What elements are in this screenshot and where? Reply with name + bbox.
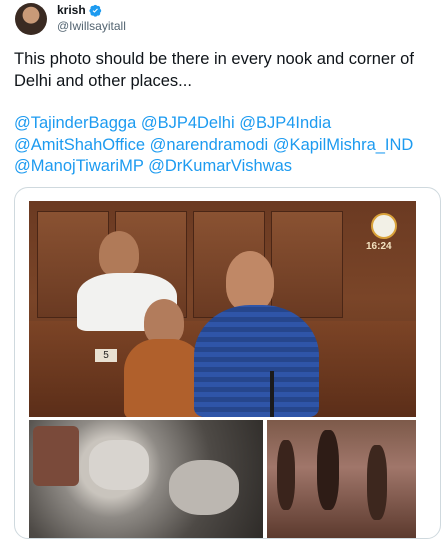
author-handle[interactable]: @Iwillsayitall <box>57 19 126 33</box>
verified-badge-icon <box>89 4 102 17</box>
figure <box>317 430 339 510</box>
person-shirt <box>194 305 319 417</box>
person-saree <box>124 339 204 417</box>
person-head <box>226 251 274 311</box>
stone <box>169 460 239 515</box>
tweet-text-line: Delhi and other places... <box>14 71 192 90</box>
emblem-icon <box>371 213 397 239</box>
figure <box>277 440 295 510</box>
microphone <box>270 371 274 417</box>
rubble-photo[interactable] <box>29 420 263 538</box>
tweet-text-line: This photo should be there in every nook… <box>14 50 414 68</box>
tweet-text: This photo should be there in every nook… <box>14 49 438 92</box>
wood-panel <box>271 211 343 318</box>
assembly-photo[interactable]: 16:24 5 <box>29 201 416 417</box>
avatar[interactable] <box>15 3 47 35</box>
mention-links-line[interactable]: @AmitShahOffice @narendramodi @KapilMish… <box>14 135 438 157</box>
video-timestamp: 16:24 <box>366 241 392 252</box>
media-card[interactable]: 16:24 5 <box>14 187 441 539</box>
tweet-mentions: @TajinderBagga @BJP4Delhi @BJP4India @Am… <box>14 113 438 178</box>
display-name[interactable]: krish <box>57 3 86 17</box>
figure <box>367 445 387 520</box>
seat-number-plate: 5 <box>95 349 117 362</box>
shrine-image <box>33 426 79 486</box>
person-head <box>99 231 139 277</box>
stone <box>89 440 149 490</box>
author-name-row: krish <box>57 3 102 17</box>
mention-links-line[interactable]: @ManojTiwariMP @DrKumarVishwas <box>14 156 438 178</box>
crowd-photo[interactable] <box>267 420 416 538</box>
mention-links-line[interactable]: @TajinderBagga @BJP4Delhi @BJP4India <box>14 113 438 135</box>
